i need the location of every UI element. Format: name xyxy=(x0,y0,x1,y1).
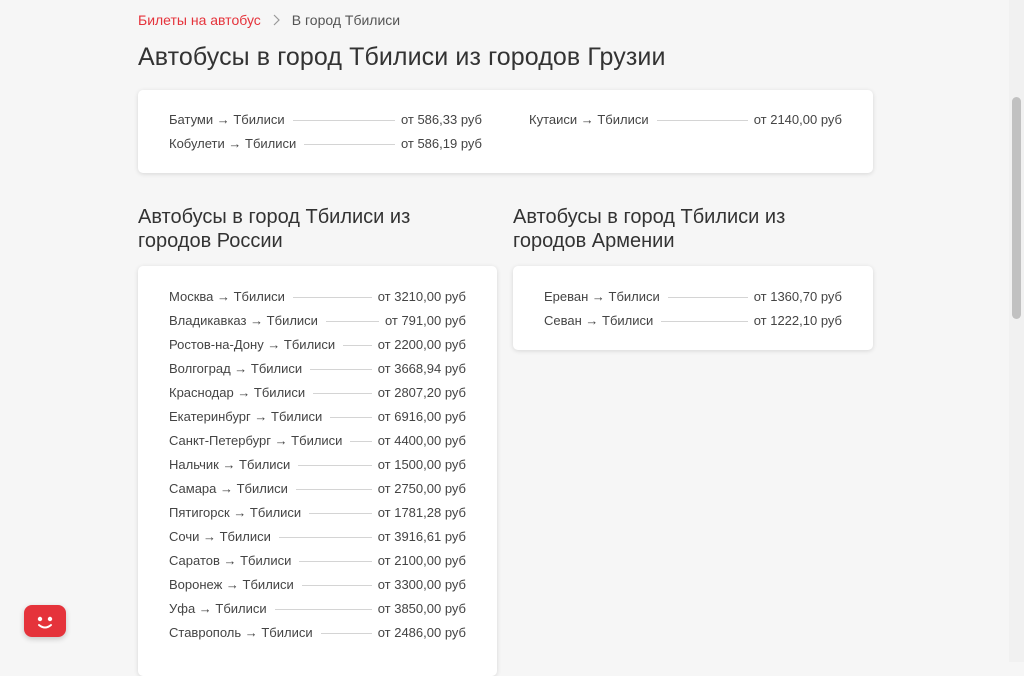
route-link[interactable]: Санкт-Петербург → Тбилиси от 4400,00 руб xyxy=(169,428,466,452)
leader-line xyxy=(667,284,748,298)
route-link[interactable]: Самара → Тбилиси от 2750,00 руб xyxy=(169,476,466,500)
breadcrumb: Билеты на автобус В город Тбилиси xyxy=(138,10,400,30)
leader-line xyxy=(310,356,372,370)
scrollbar-thumb[interactable] xyxy=(1012,97,1021,319)
route-name: Саратов → Тбилиси xyxy=(169,552,292,568)
leader-line xyxy=(656,107,748,121)
chat-bot-icon xyxy=(37,616,53,629)
route-price: от 6916,00 руб xyxy=(377,408,466,424)
leader-line xyxy=(304,131,395,145)
russia-section-heading: Автобусы в город Тбилиси из городов Росс… xyxy=(138,205,410,253)
route-link[interactable]: Кобулети → Тбилиси от 586,19 руб xyxy=(169,131,482,155)
route-price: от 586,19 руб xyxy=(400,135,482,151)
leader-line xyxy=(325,308,379,322)
leader-line xyxy=(295,476,372,490)
heading-line: Автобусы в город Тбилиси из xyxy=(138,206,411,228)
route-price: от 2200,00 руб xyxy=(377,336,466,352)
leader-line xyxy=(320,620,372,634)
route-name: Екатеринбург → Тбилиси xyxy=(169,408,323,424)
route-price: от 3668,94 руб xyxy=(377,360,466,376)
route-link[interactable]: Ставрополь → Тбилиси от 2486,00 руб xyxy=(169,620,466,644)
heading-line: Автобусы в город Тбилиси из xyxy=(513,206,786,228)
georgia-routes-card: Батуми → Тбилиси от 586,33 руб Кобулети … xyxy=(138,90,873,173)
route-link[interactable]: Волгоград → Тбилиси от 3668,94 руб xyxy=(169,356,466,380)
breadcrumb-current: В город Тбилиси xyxy=(291,12,401,28)
route-link[interactable]: Воронеж → Тбилиси от 3300,00 руб xyxy=(169,572,466,596)
route-name: Владикавказ → Тбилиси xyxy=(169,312,318,328)
chevron-right-icon xyxy=(271,12,283,28)
heading-line: городов Армении xyxy=(513,230,675,252)
leader-line xyxy=(313,380,372,394)
heading-line: городов России xyxy=(138,230,283,252)
route-price: от 4400,00 руб xyxy=(377,432,466,448)
route-link[interactable]: Кутаиси → Тбилиси от 2140,00 руб xyxy=(529,107,842,131)
leader-line xyxy=(301,572,372,586)
leader-line xyxy=(309,500,372,514)
route-price: от 3916,61 руб xyxy=(377,528,466,544)
page-title: Автобусы в город Тбилиси из городов Груз… xyxy=(138,43,666,71)
route-link[interactable]: Нальчик → Тбилиси от 1500,00 руб xyxy=(169,452,466,476)
leader-line xyxy=(278,524,372,538)
route-name: Ростов-на-Дону → Тбилиси xyxy=(169,336,336,352)
page-scrollbar[interactable] xyxy=(1009,0,1024,662)
leader-line xyxy=(292,284,372,298)
russia-routes-card: Москва → Тбилиси от 3210,00 руб Владикавка… xyxy=(138,266,497,676)
route-price: от 3210,00 руб xyxy=(377,288,466,304)
route-link[interactable]: Севан → Тбилиси от 1222,10 руб xyxy=(544,308,842,332)
route-name: Воронеж → Тбилиси xyxy=(169,576,294,592)
leader-line xyxy=(350,428,372,442)
leader-line xyxy=(299,548,372,562)
breadcrumb-link-bus-tickets[interactable]: Билеты на автобус xyxy=(138,12,261,28)
route-price: от 2750,00 руб xyxy=(377,480,466,496)
route-price: от 1360,70 руб xyxy=(753,288,842,304)
route-price: от 2100,00 руб xyxy=(377,552,466,568)
route-link[interactable]: Уфа → Тбилиси от 3850,00 руб xyxy=(169,596,466,620)
leader-line xyxy=(330,404,372,418)
route-price: от 2486,00 руб xyxy=(377,624,466,640)
armenia-routes-card: Ереван → Тбилиси от 1360,70 руб Севан → Тб… xyxy=(513,266,873,350)
route-link[interactable]: Владикавказ → Тбилиси от 791,00 руб xyxy=(169,308,466,332)
route-price: от 3300,00 руб xyxy=(377,576,466,592)
route-link[interactable]: Пятигорск → Тбилиси от 1781,28 руб xyxy=(169,500,466,524)
route-name: Краснодар → Тбилиси xyxy=(169,384,306,400)
route-name: Нальчик → Тбилиси xyxy=(169,456,291,472)
route-link[interactable]: Екатеринбург → Тбилиси от 6916,00 руб xyxy=(169,404,466,428)
route-name: Сочи → Тбилиси xyxy=(169,528,271,544)
leader-line xyxy=(661,308,748,322)
route-price: от 586,33 руб xyxy=(400,111,482,127)
route-name: Москва → Тбилиси xyxy=(169,288,285,304)
route-name: Пятигорск → Тбилиси xyxy=(169,504,302,520)
route-name: Севан → Тбилиси xyxy=(544,312,654,328)
route-name: Волгоград → Тбилиси xyxy=(169,360,303,376)
route-name: Кутаиси → Тбилиси xyxy=(529,111,649,127)
route-name: Уфа → Тбилиси xyxy=(169,600,267,616)
chat-bot-button[interactable] xyxy=(24,605,66,637)
route-price: от 1222,10 руб xyxy=(753,312,842,328)
route-link[interactable]: Батуми → Тбилиси от 586,33 руб xyxy=(169,107,482,131)
route-link[interactable]: Ростов-на-Дону → Тбилиси от 2200,00 руб xyxy=(169,332,466,356)
leader-line xyxy=(274,596,372,610)
route-price: от 791,00 руб xyxy=(384,312,466,328)
leader-line xyxy=(298,452,372,466)
route-link[interactable]: Ереван → Тбилиси от 1360,70 руб xyxy=(544,284,842,308)
route-link[interactable]: Краснодар → Тбилиси от 2807,20 руб xyxy=(169,380,466,404)
route-name: Самара → Тбилиси xyxy=(169,480,288,496)
armenia-section-heading: Автобусы в город Тбилиси из городов Арме… xyxy=(513,205,785,253)
route-price: от 1781,28 руб xyxy=(377,504,466,520)
route-link[interactable]: Саратов → Тбилиси от 2100,00 руб xyxy=(169,548,466,572)
route-name: Ставрополь → Тбилиси xyxy=(169,624,313,640)
route-price: от 2140,00 руб xyxy=(753,111,842,127)
route-name: Батуми → Тбилиси xyxy=(169,111,285,127)
route-name: Ереван → Тбилиси xyxy=(544,288,660,304)
route-name: Кобулети → Тбилиси xyxy=(169,135,297,151)
route-price: от 3850,00 руб xyxy=(377,600,466,616)
route-price: от 1500,00 руб xyxy=(377,456,466,472)
route-link[interactable]: Москва → Тбилиси от 3210,00 руб xyxy=(169,284,466,308)
route-link[interactable]: Сочи → Тбилиси от 3916,61 руб xyxy=(169,524,466,548)
leader-line xyxy=(292,107,395,121)
leader-line xyxy=(343,332,372,346)
route-name: Санкт-Петербург → Тбилиси xyxy=(169,432,343,448)
route-price: от 2807,20 руб xyxy=(377,384,466,400)
